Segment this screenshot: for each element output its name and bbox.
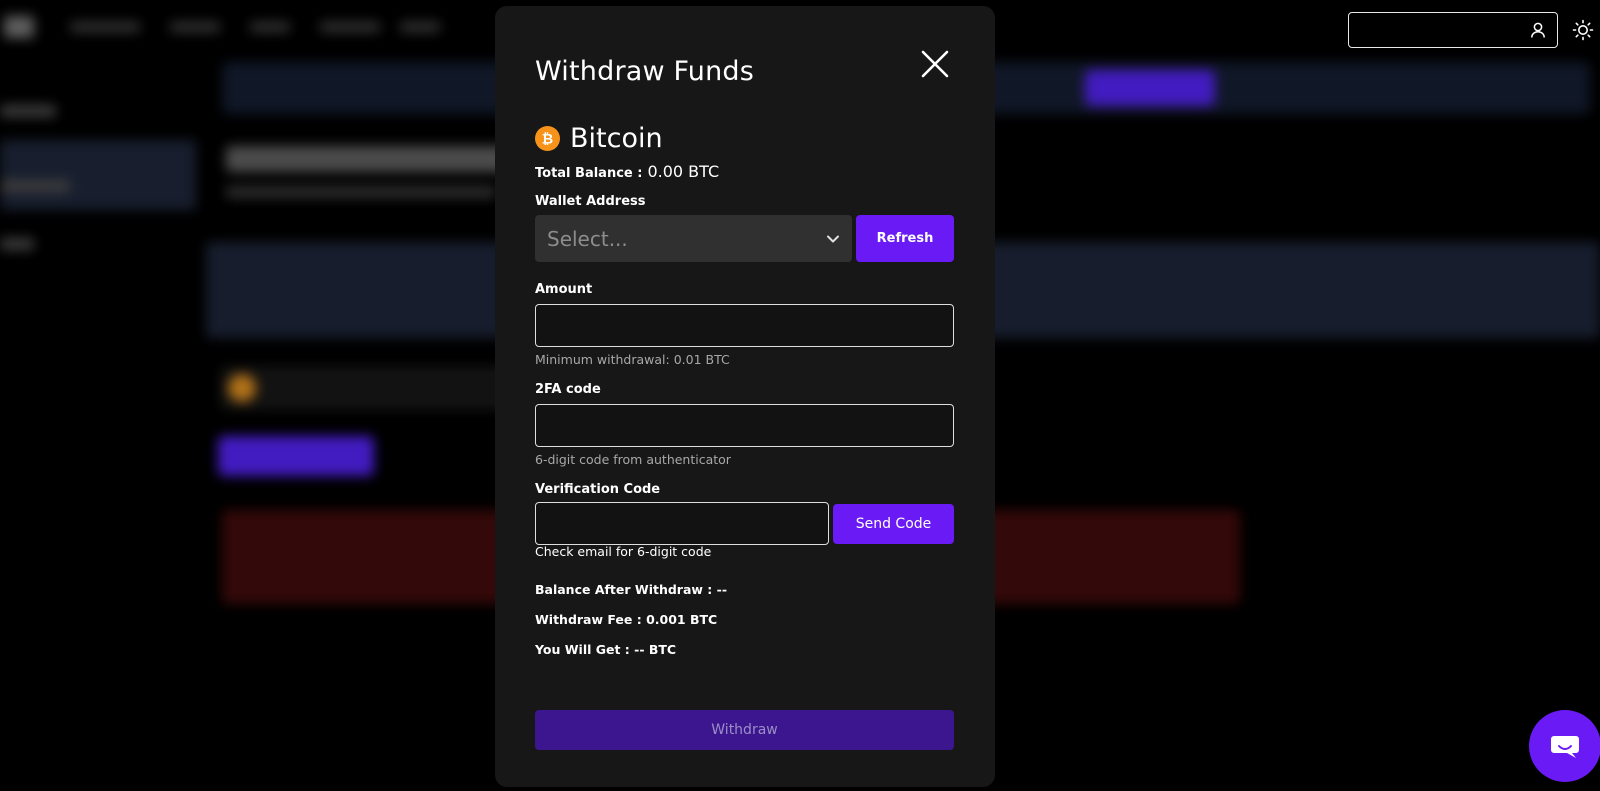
background-sidebar-item [0,105,56,117]
background-nav-item [250,22,290,32]
background-nav-item [320,22,380,32]
balance-after-withdraw: Balance After Withdraw : -- [535,582,728,597]
background-coin-row [220,366,520,410]
background-button [218,436,374,476]
withdraw-button[interactable]: Withdraw [535,710,954,750]
bitcoin-icon: ₿ [535,125,560,151]
background-banner-button [1085,70,1215,106]
background-nav-item [170,22,220,32]
wallet-address-label: Wallet Address [535,194,646,209]
verification-code-input[interactable] [535,502,829,545]
withdraw-fee: Withdraw Fee : 0.001 BTC [535,612,718,627]
chevron-down-icon [827,235,839,243]
background-logo [4,16,34,38]
modal-title: Withdraw Funds [535,56,755,87]
background-sidebar-active [0,140,196,210]
background-coin-icon [228,374,256,402]
balance-label: Total Balance : [535,166,643,181]
close-icon[interactable] [919,48,951,80]
balance-value: 0.00 BTC [647,162,720,181]
background-nav-item [400,22,440,32]
sun-icon[interactable] [1572,19,1594,41]
twofa-input[interactable] [535,404,954,447]
wallet-address-select[interactable]: Select... [535,215,852,262]
twofa-label: 2FA code [535,382,601,397]
background-sidebar-item [0,180,70,192]
background-sidebar-item [0,238,34,250]
coin-name: Bitcoin [570,122,663,154]
coin-header: ₿ Bitcoin [535,122,663,154]
withdraw-modal: Withdraw Funds ₿ Bitcoin Total Balance :… [495,6,995,787]
background-nav-item [70,22,140,32]
background-heading [226,146,526,172]
amount-hint: Minimum withdrawal: 0.01 BTC [535,352,730,367]
amount-input[interactable] [535,304,954,347]
you-will-get: You Will Get : -- BTC [535,642,677,657]
user-menu[interactable] [1348,12,1558,48]
refresh-button[interactable]: Refresh [856,215,954,262]
total-balance: Total Balance : 0.00 BTC [535,162,719,181]
verification-code-label: Verification Code [535,482,661,497]
user-icon [1531,22,1545,38]
twofa-hint: 6-digit code from authenticator [535,452,731,467]
verification-code-hint: Check email for 6-digit code [535,544,712,559]
chat-button[interactable] [1529,710,1600,782]
wallet-address-placeholder: Select... [547,227,628,251]
chat-bubble-icon [1551,736,1579,758]
amount-label: Amount [535,282,593,297]
send-code-button[interactable]: Send Code [833,504,954,544]
background-subheading [226,186,496,198]
svg-text:₿: ₿ [542,131,553,147]
